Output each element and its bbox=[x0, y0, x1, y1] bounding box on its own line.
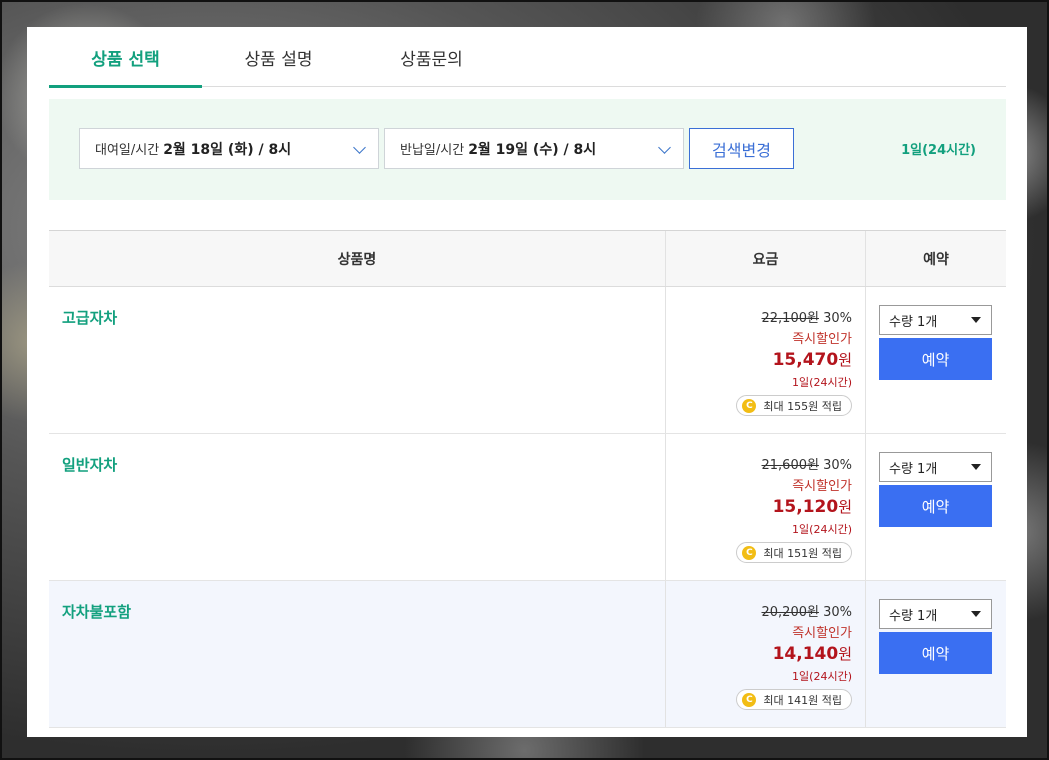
table-row: 일반자차 21,600원 30% 즉시할인가 15,120원 1일(24시간) … bbox=[49, 434, 1006, 581]
points-text: 최대 151원 적립 bbox=[763, 546, 842, 560]
caret-down-icon bbox=[971, 464, 981, 470]
currency: 원 bbox=[838, 645, 852, 663]
product-panel: 상품 선택 상품 설명 상품문의 대여일/시간 2월 18일 (화) / 8시 … bbox=[27, 27, 1027, 737]
discount-rate: 30% bbox=[823, 458, 852, 473]
table-row: 자차불포함 20,200원 30% 즉시할인가 14,140원 1일(24시간)… bbox=[49, 581, 1006, 728]
currency: 원 bbox=[838, 351, 852, 369]
caret-down-icon bbox=[971, 611, 981, 617]
header-product-name: 상품명 bbox=[49, 231, 666, 286]
return-date-label: 반납일/시간 bbox=[400, 143, 465, 158]
return-date-value: 2월 19일 (수) / 8시 bbox=[468, 141, 597, 158]
table-row: 고급자차 22,100원 30% 즉시할인가 15,470원 1일(24시간) … bbox=[49, 287, 1006, 434]
final-price: 14,140원 bbox=[666, 643, 852, 664]
discount-rate: 30% bbox=[823, 311, 852, 326]
final-price-value: 15,120 bbox=[772, 497, 839, 517]
points-badge: C 최대 141원 적립 bbox=[736, 689, 852, 710]
coin-icon: C bbox=[742, 546, 757, 560]
chevron-down-icon bbox=[658, 141, 671, 154]
rental-period: 1일(24시간) bbox=[792, 670, 852, 683]
rental-period: 1일(24시간) bbox=[792, 523, 852, 536]
product-name: 일반자차 bbox=[49, 434, 666, 580]
book-button[interactable]: 예약 bbox=[879, 485, 992, 527]
original-price: 20,200원 30% bbox=[666, 601, 853, 620]
rental-date-value: 2월 18일 (화) / 8시 bbox=[163, 141, 292, 158]
tab-product-inquiry[interactable]: 상품문의 bbox=[355, 27, 508, 87]
original-price: 21,600원 30% bbox=[666, 454, 853, 473]
instant-discount-label: 즉시할인가 bbox=[792, 332, 852, 347]
original-price-value: 22,100원 bbox=[761, 311, 819, 326]
final-price-value: 15,470 bbox=[772, 350, 839, 370]
final-price: 15,470원 bbox=[666, 349, 852, 370]
book-button[interactable]: 예약 bbox=[879, 632, 992, 674]
coin-icon: C bbox=[742, 399, 757, 413]
rental-date-select[interactable]: 대여일/시간 2월 18일 (화) / 8시 bbox=[79, 128, 379, 169]
return-date-select[interactable]: 반납일/시간 2월 19일 (수) / 8시 bbox=[384, 128, 684, 169]
quantity-select[interactable]: 수량 1개 bbox=[879, 599, 992, 629]
quantity-value: 수량 1개 bbox=[889, 608, 938, 624]
header-booking: 예약 bbox=[923, 251, 949, 268]
tab-product-description[interactable]: 상품 설명 bbox=[202, 27, 355, 87]
quantity-select[interactable]: 수량 1개 bbox=[879, 452, 992, 482]
table-header: 상품명 요금 예약 bbox=[49, 231, 1006, 287]
points-text: 최대 141원 적립 bbox=[763, 693, 842, 707]
booking-cell: 수량 1개 예약 bbox=[866, 434, 1006, 580]
original-price-value: 21,600원 bbox=[761, 458, 819, 473]
header-price: 요금 bbox=[666, 231, 866, 286]
tab-product-select[interactable]: 상품 선택 bbox=[49, 27, 202, 88]
original-price: 22,100원 30% bbox=[666, 307, 853, 326]
chevron-down-icon bbox=[353, 141, 366, 154]
product-name: 자차불포함 bbox=[49, 581, 666, 727]
quantity-value: 수량 1개 bbox=[889, 314, 938, 330]
rental-period: 1일(24시간) bbox=[792, 376, 852, 389]
original-price-value: 20,200원 bbox=[761, 605, 819, 620]
points-text: 최대 155원 적립 bbox=[763, 399, 842, 413]
currency: 원 bbox=[838, 498, 852, 516]
rental-duration: 1일(24시간) bbox=[901, 143, 976, 158]
product-name: 고급자차 bbox=[49, 287, 666, 433]
price-cell: 21,600원 30% 즉시할인가 15,120원 1일(24시간) C 최대 … bbox=[666, 434, 866, 580]
search-change-button[interactable]: 검색변경 bbox=[689, 128, 794, 169]
final-price: 15,120원 bbox=[666, 496, 852, 517]
product-table: 상품명 요금 예약 고급자차 22,100원 30% 즉시할인가 15,470원… bbox=[49, 230, 1006, 728]
caret-down-icon bbox=[971, 317, 981, 323]
date-search-bar: 대여일/시간 2월 18일 (화) / 8시 반납일/시간 2월 19일 (수)… bbox=[49, 99, 1006, 200]
instant-discount-label: 즉시할인가 bbox=[792, 479, 852, 494]
booking-cell: 수량 1개 예약 bbox=[866, 581, 1006, 727]
rental-date-label: 대여일/시간 bbox=[95, 143, 160, 158]
book-button[interactable]: 예약 bbox=[879, 338, 992, 380]
quantity-value: 수량 1개 bbox=[889, 461, 938, 477]
instant-discount-label: 즉시할인가 bbox=[792, 626, 852, 641]
final-price-value: 14,140 bbox=[772, 644, 839, 664]
price-cell: 20,200원 30% 즉시할인가 14,140원 1일(24시간) C 최대 … bbox=[666, 581, 866, 727]
price-cell: 22,100원 30% 즉시할인가 15,470원 1일(24시간) C 최대 … bbox=[666, 287, 866, 433]
points-badge: C 최대 155원 적립 bbox=[736, 395, 852, 416]
booking-cell: 수량 1개 예약 bbox=[866, 287, 1006, 433]
points-badge: C 최대 151원 적립 bbox=[736, 542, 852, 563]
tab-bar: 상품 선택 상품 설명 상품문의 bbox=[49, 27, 1006, 88]
discount-rate: 30% bbox=[823, 605, 852, 620]
quantity-select[interactable]: 수량 1개 bbox=[879, 305, 992, 335]
coin-icon: C bbox=[742, 693, 757, 707]
